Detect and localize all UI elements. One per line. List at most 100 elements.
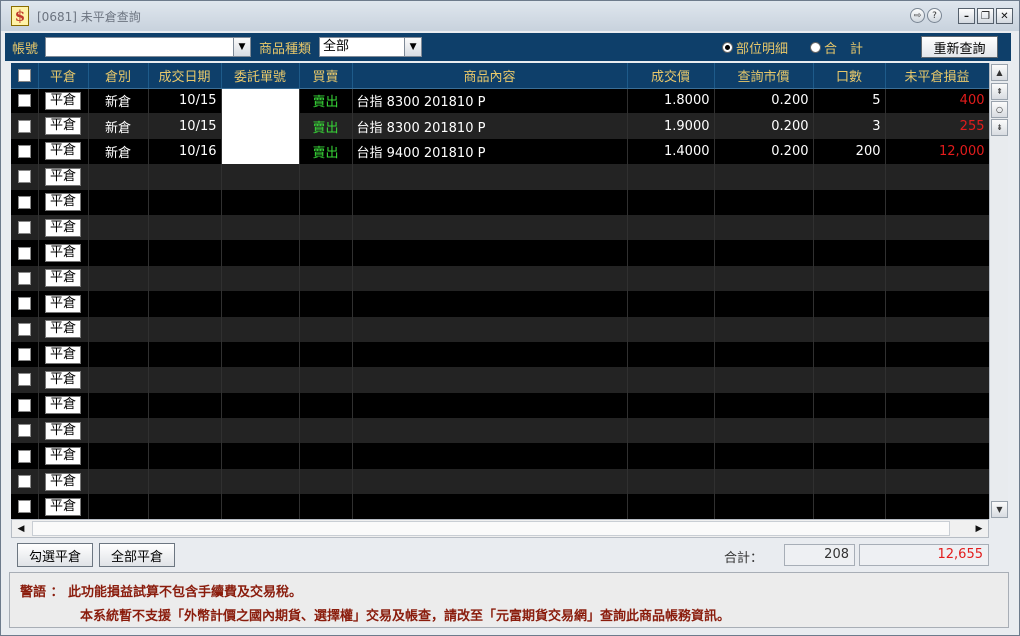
close-position-cell[interactable]: 平倉	[38, 494, 89, 519]
radio-detail[interactable]: 部位明細	[722, 38, 788, 57]
select-close-button[interactable]: 勾選平倉	[17, 543, 93, 567]
title-bar[interactable]: $ [0681] 未平倉查詢 ⇨ ? – ❐ ✕	[1, 1, 1019, 31]
close-window-button[interactable]: ✕	[996, 8, 1013, 24]
close-all-button[interactable]: 全部平倉	[99, 543, 175, 567]
table-row[interactable]: 平倉	[11, 443, 989, 469]
close-position-button[interactable]: 平倉	[45, 193, 81, 212]
scroll-home-icon[interactable]: ○	[991, 101, 1008, 118]
close-position-cell[interactable]: 平倉	[38, 316, 89, 342]
close-position-button[interactable]: 平倉	[45, 117, 81, 136]
table-row[interactable]: 平倉	[11, 392, 989, 419]
row-select-cell[interactable]	[11, 418, 39, 444]
export-icon[interactable]: ⇨	[910, 8, 925, 23]
close-position-cell[interactable]: 平倉	[38, 341, 89, 368]
table-row[interactable]: 平倉	[11, 367, 989, 393]
close-position-button[interactable]: 平倉	[45, 497, 81, 516]
close-position-button[interactable]: 平倉	[45, 91, 81, 110]
col-header[interactable]: 委託單號	[221, 63, 300, 89]
row-checkbox[interactable]	[17, 119, 31, 133]
category-select[interactable]: 全部 ▼	[319, 37, 423, 57]
scroll-down-icon[interactable]: ▼	[991, 501, 1008, 518]
table-row[interactable]: 平倉	[11, 240, 989, 266]
close-position-button[interactable]: 平倉	[45, 396, 81, 415]
row-select-cell[interactable]	[11, 392, 39, 419]
col-header[interactable]: 商品內容	[352, 63, 628, 89]
scroll-left-icon[interactable]: ◀	[13, 521, 29, 536]
col-header[interactable]: 未平倉損益	[885, 63, 989, 89]
row-select-cell[interactable]	[11, 214, 39, 241]
close-position-button[interactable]: 平倉	[45, 142, 81, 161]
row-checkbox[interactable]	[17, 398, 31, 412]
table-row[interactable]: 平倉	[11, 164, 989, 190]
close-position-cell[interactable]: 平倉	[38, 214, 89, 241]
chevron-down-icon[interactable]: ▼	[404, 38, 422, 56]
close-position-button[interactable]: 平倉	[45, 472, 81, 491]
chevron-down-icon[interactable]: ▼	[233, 38, 251, 56]
vertical-scrollbar[interactable]: ▲ ⇞ ○ ⇟ ▼	[989, 63, 1008, 519]
page-up-icon[interactable]: ⇞	[991, 83, 1008, 100]
horizontal-scrollbar[interactable]: ◀ ▶	[11, 519, 989, 538]
row-select-cell[interactable]	[11, 88, 39, 114]
col-header[interactable]: 成交日期	[148, 63, 222, 89]
close-position-button[interactable]: 平倉	[45, 167, 81, 186]
close-position-cell[interactable]: 平倉	[38, 240, 89, 266]
close-position-button[interactable]: 平倉	[45, 320, 81, 339]
col-header[interactable]: 平倉	[38, 63, 89, 89]
row-select-cell[interactable]	[11, 341, 39, 368]
row-select-cell[interactable]	[11, 113, 39, 139]
table-row[interactable]: 平倉	[11, 468, 989, 495]
minimize-button[interactable]: –	[958, 8, 975, 24]
col-header[interactable]: 買賣	[299, 63, 353, 89]
col-header[interactable]: 查詢市價	[714, 63, 814, 89]
close-position-cell[interactable]: 平倉	[38, 468, 89, 495]
table-row[interactable]: 平倉 新倉 10/15 賣出 台指 8300 201810 P 1.8000 0.200 5 4…	[11, 88, 989, 114]
table-row[interactable]: 平倉	[11, 341, 989, 368]
row-select-cell[interactable]	[11, 265, 39, 292]
refresh-button[interactable]: 重新查詢	[921, 36, 998, 58]
table-row[interactable]: 平倉 新倉 10/16 賣出 台指 9400 201810 P 1.4000 0.200 20…	[11, 138, 989, 165]
row-checkbox[interactable]	[17, 475, 31, 489]
row-checkbox[interactable]	[17, 170, 31, 184]
close-position-cell[interactable]: 平倉	[38, 164, 89, 190]
close-position-cell[interactable]: 平倉	[38, 418, 89, 444]
row-checkbox[interactable]	[17, 322, 31, 336]
col-header[interactable]: 口數	[813, 63, 886, 89]
row-checkbox[interactable]	[17, 144, 31, 158]
row-checkbox[interactable]	[17, 246, 31, 260]
close-position-button[interactable]: 平倉	[45, 421, 81, 440]
select-all-header[interactable]	[11, 63, 39, 89]
col-header[interactable]: 倉別	[88, 63, 149, 89]
table-row[interactable]: 平倉	[11, 418, 989, 444]
close-position-cell[interactable]: 平倉	[38, 138, 89, 165]
table-row[interactable]: 平倉	[11, 494, 989, 519]
row-checkbox[interactable]	[17, 500, 31, 514]
close-position-cell[interactable]: 平倉	[38, 367, 89, 393]
row-checkbox[interactable]	[17, 297, 31, 311]
close-position-button[interactable]: 平倉	[45, 218, 81, 237]
close-position-button[interactable]: 平倉	[45, 244, 81, 263]
row-checkbox[interactable]	[17, 449, 31, 463]
row-checkbox[interactable]	[17, 424, 31, 438]
table-row[interactable]: 平倉	[11, 316, 989, 342]
table-row[interactable]: 平倉	[11, 291, 989, 317]
row-checkbox[interactable]	[17, 221, 31, 235]
row-select-cell[interactable]	[11, 468, 39, 495]
radio-total[interactable]: 合 計	[810, 38, 863, 57]
row-select-cell[interactable]	[11, 138, 39, 165]
table-row[interactable]: 平倉	[11, 265, 989, 292]
maximize-button[interactable]: ❐	[977, 8, 994, 24]
radio-total-dot[interactable]	[810, 41, 822, 53]
close-position-button[interactable]: 平倉	[45, 294, 81, 313]
col-header[interactable]: 成交價	[627, 63, 715, 89]
close-position-cell[interactable]: 平倉	[38, 189, 89, 215]
help-icon[interactable]: ?	[927, 8, 942, 23]
row-checkbox[interactable]	[17, 373, 31, 387]
close-position-cell[interactable]: 平倉	[38, 443, 89, 469]
row-checkbox[interactable]	[17, 195, 31, 209]
close-position-cell[interactable]: 平倉	[38, 88, 89, 114]
horizontal-scroll-thumb[interactable]	[32, 521, 950, 536]
row-select-cell[interactable]	[11, 240, 39, 266]
close-position-button[interactable]: 平倉	[45, 269, 81, 288]
page-down-icon[interactable]: ⇟	[991, 119, 1008, 136]
row-select-cell[interactable]	[11, 164, 39, 190]
